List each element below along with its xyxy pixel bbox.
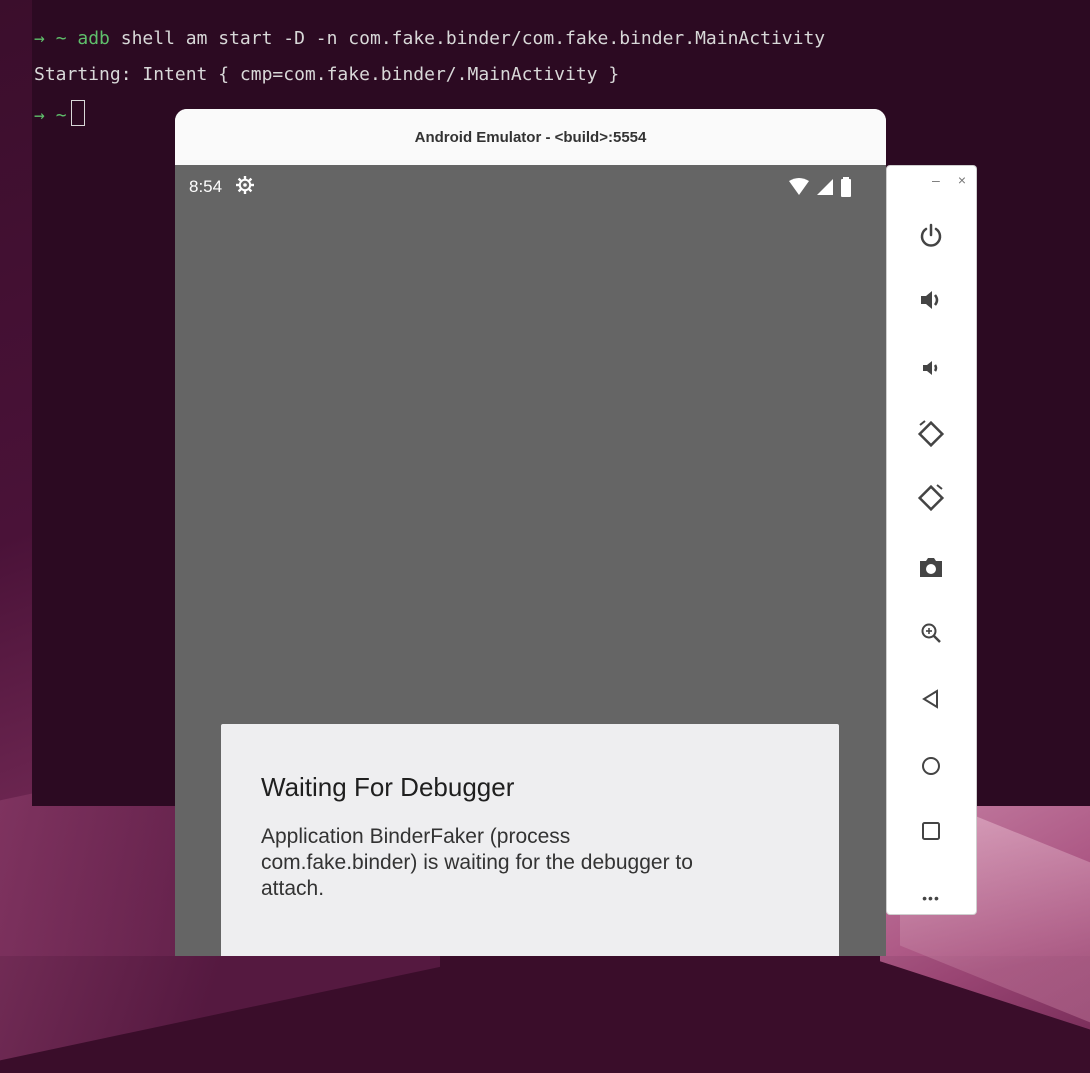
more-icon: ••• — [922, 890, 940, 906]
back-button[interactable] — [909, 677, 953, 721]
power-icon — [920, 223, 942, 247]
zoom-icon — [921, 623, 941, 643]
overview-icon — [922, 822, 940, 840]
back-icon — [922, 689, 938, 709]
close-button[interactable]: × — [958, 172, 966, 188]
more-button[interactable]: ••• — [909, 876, 953, 920]
terminal-line-command: → ~ adb shell am start -D -n com.fake.bi… — [34, 28, 826, 49]
minimize-button[interactable]: – — [932, 172, 940, 188]
rotate-right-icon — [917, 484, 945, 512]
screenshot-button[interactable] — [909, 545, 953, 589]
waiting-for-debugger-dialog: Waiting For Debugger Application BinderF… — [221, 724, 839, 956]
volume-down-icon — [923, 361, 938, 375]
status-icons — [788, 177, 852, 197]
terminal-line-output: Starting: Intent { cmp=com.fake.binder/.… — [34, 64, 620, 85]
zoom-button[interactable] — [909, 611, 953, 655]
overview-button[interactable] — [909, 809, 953, 853]
settings-icon — [235, 175, 255, 201]
camera-icon — [920, 558, 942, 577]
dialog-title: Waiting For Debugger — [261, 772, 515, 802]
emulator-window[interactable]: Android Emulator - <build>:5554 8:54 Wai… — [175, 109, 886, 956]
volume-up-button[interactable] — [909, 278, 953, 322]
phone-screen[interactable]: 8:54 Waiting For Debugger Application Bi… — [175, 165, 886, 956]
battery-icon — [841, 177, 851, 197]
power-button[interactable] — [909, 214, 953, 258]
terminal-line-prompt: → ~ — [34, 100, 85, 126]
rotate-left-icon — [917, 420, 945, 448]
volume-up-icon — [921, 291, 939, 309]
rotate-right-button[interactable] — [909, 476, 953, 520]
rotate-left-button[interactable] — [909, 412, 953, 456]
home-icon — [922, 757, 940, 775]
emulator-title: Android Emulator - <build>:5554 — [414, 128, 647, 146]
terminal-cursor — [70, 100, 85, 126]
volume-down-button[interactable] — [909, 346, 953, 390]
home-button[interactable] — [909, 744, 953, 788]
emulator-side-toolbar: – × ••• — [887, 166, 976, 914]
wifi-icon — [789, 178, 809, 195]
status-time: 8:54 — [189, 177, 223, 196]
emulator-titlebar[interactable]: Android Emulator - <build>:5554 — [175, 109, 886, 165]
status-bar: 8:54 — [189, 175, 872, 201]
signal-icon — [817, 179, 833, 195]
toolbar-window-controls: – × — [932, 172, 966, 188]
dialog-message: Application BinderFaker (process com.fak… — [261, 825, 693, 900]
